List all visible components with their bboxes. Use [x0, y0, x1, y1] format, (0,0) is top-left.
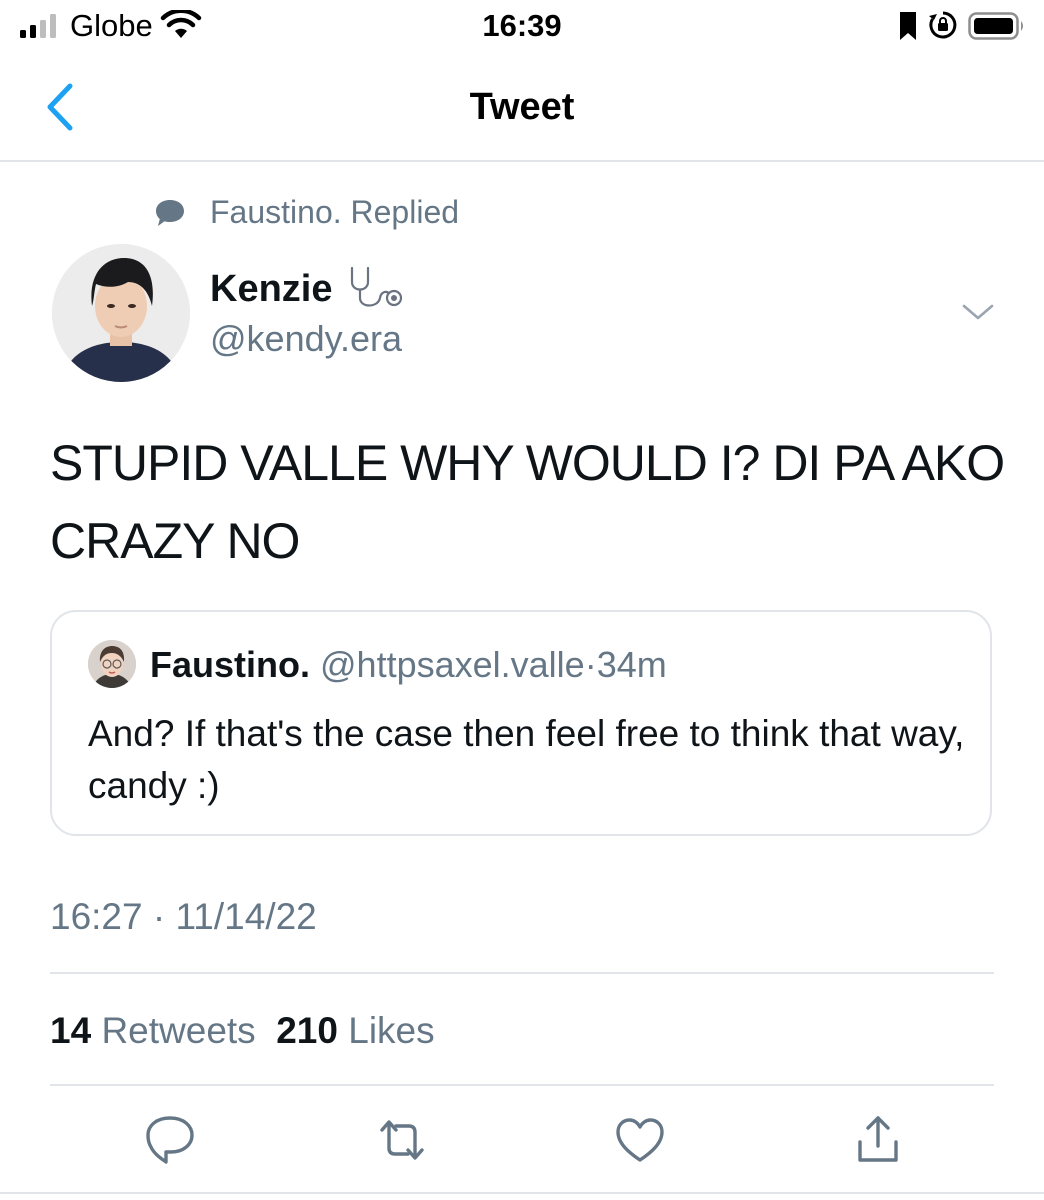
quoted-tweet-header: Faustino. @httpsaxel.valle·34m	[150, 644, 667, 686]
likes-count: 210	[276, 1010, 338, 1051]
retweets-label: Retweets	[101, 1010, 256, 1051]
divider	[50, 1084, 994, 1086]
quoted-author-name: Faustino.	[150, 644, 310, 685]
tweet-text: STUPID VALLE WHY WOULD I? DI PA AKO CRAZ…	[50, 435, 1005, 569]
quoted-tweet-text: And? If that's the case then feel free t…	[88, 713, 965, 806]
reply-icon[interactable]	[140, 1112, 200, 1168]
retweets-stat[interactable]: 14 Retweets	[50, 1010, 256, 1051]
battery-icon	[968, 12, 1026, 40]
rotation-lock-icon	[928, 10, 958, 40]
retweets-count: 14	[50, 1010, 92, 1051]
page-title: Tweet	[469, 86, 575, 128]
quoted-separator: ·	[584, 644, 597, 685]
divider	[50, 972, 994, 974]
likes-stat[interactable]: 210 Likes	[276, 1010, 434, 1051]
like-icon[interactable]	[610, 1112, 670, 1168]
status-bar: Globe 16:39	[0, 0, 1044, 56]
quoted-author-handle: @httpsaxel.valle	[320, 644, 585, 685]
engagement-stats: 14 Retweets 210 Likes	[50, 1010, 435, 1052]
stethoscope-icon	[346, 264, 408, 312]
nav-divider	[0, 160, 1044, 162]
quoted-author-avatar	[88, 640, 136, 688]
retweet-icon[interactable]	[372, 1112, 432, 1168]
social-context-text[interactable]: Faustino. Replied	[210, 194, 459, 231]
author-handle[interactable]: @kendy.era	[210, 318, 402, 360]
bookmark-icon	[898, 12, 918, 40]
quoted-tweet-time: 34m	[596, 644, 667, 685]
divider	[0, 1192, 1044, 1194]
status-time: 16:39	[482, 8, 562, 43]
speech-bubble-icon	[154, 198, 186, 228]
tweet-timestamp: 16:27 · 11/14/22	[50, 896, 317, 937]
share-icon[interactable]	[848, 1112, 908, 1168]
author-name[interactable]: Kenzie	[210, 268, 332, 311]
author-avatar[interactable]	[52, 244, 190, 382]
chevron-down-icon[interactable]	[960, 298, 996, 326]
likes-label: Likes	[348, 1010, 435, 1051]
